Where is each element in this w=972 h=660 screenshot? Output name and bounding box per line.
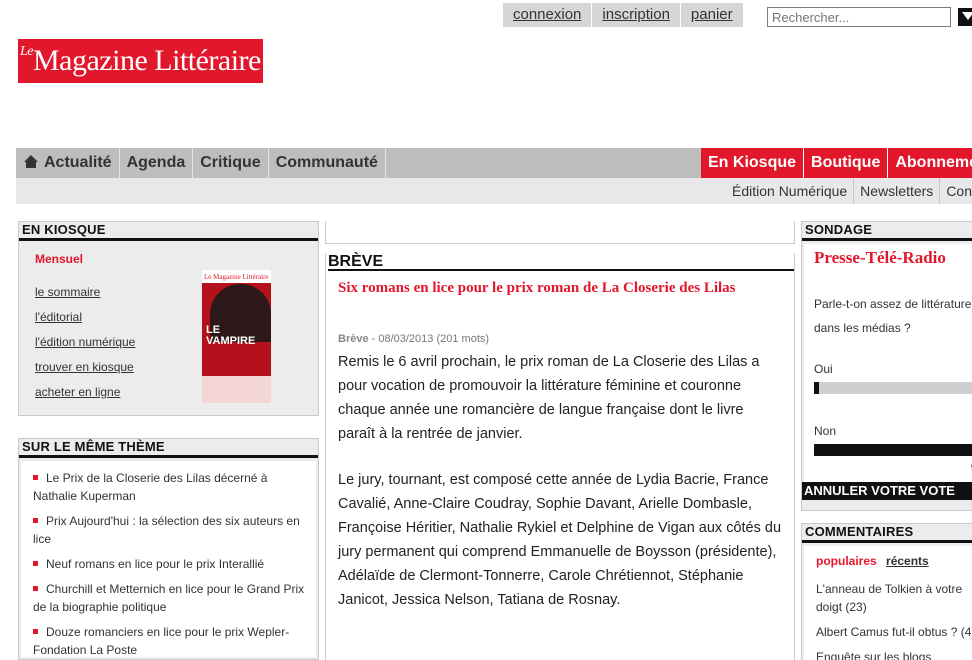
poll-option-label: Non bbox=[814, 424, 837, 438]
comments-tabs: populaires récents bbox=[816, 554, 929, 568]
site-logo[interactable]: LeMagazine Littéraire bbox=[18, 39, 263, 83]
list-item[interactable]: Albert Camus fut-il obtus ? (4) bbox=[816, 623, 972, 641]
link-edition-numerique[interactable]: l'édition numérique bbox=[35, 335, 135, 349]
theme-box: SUR LE MÊME THÈME Le Prix de la Closerie… bbox=[18, 438, 319, 660]
nav-abonnement[interactable]: Abonnement bbox=[888, 148, 972, 178]
poll-bar-oui bbox=[814, 382, 972, 394]
main-nav: Actualité Agenda Critique Communauté En … bbox=[16, 148, 972, 178]
list-item[interactable]: Churchill et Metternich en lice pour le … bbox=[33, 580, 310, 616]
home-icon bbox=[24, 155, 38, 168]
nav-boutique[interactable]: Boutique bbox=[804, 148, 889, 178]
cover-brand: Le Magazine Littéraire bbox=[204, 273, 269, 281]
logo-text: Magazine Littéraire bbox=[33, 44, 261, 77]
nav-critique[interactable]: Critique bbox=[193, 148, 269, 178]
nav-agenda[interactable]: Agenda bbox=[120, 148, 194, 178]
article: BRÈVE Six romans en lice pour le prix ro… bbox=[325, 253, 795, 660]
article-body: Remis le 6 avril prochain, le prix roman… bbox=[338, 350, 784, 634]
list-item[interactable]: Prix Aujourd'hui : la sélection des six … bbox=[33, 512, 310, 548]
theme-list: Le Prix de la Closerie des Lilas décerné… bbox=[33, 469, 310, 660]
poll-question: Parle-t-on assez de littérature dans les… bbox=[814, 297, 972, 335]
list-item[interactable]: Enquête sur les blogs bbox=[816, 648, 972, 660]
kiosque-label: Mensuel bbox=[35, 252, 84, 266]
poll-fill bbox=[814, 444, 972, 456]
poll-bar-non bbox=[814, 444, 972, 456]
search-button[interactable] bbox=[958, 8, 972, 26]
kiosque-links: le sommaire l'éditorial l'édition numéri… bbox=[35, 280, 135, 405]
login-link[interactable]: connexion bbox=[503, 3, 593, 27]
poll-box: SONDAGE Presse-Télé-Radio Parle-t-on ass… bbox=[801, 221, 972, 511]
link-acheter[interactable]: acheter en ligne bbox=[35, 385, 120, 399]
list-item[interactable]: Le Prix de la Closerie des Lilas décerné… bbox=[33, 469, 310, 505]
list-item[interactable]: L'anneau de Tolkien à votre doigt (23) bbox=[816, 580, 972, 616]
logo-prefix: Le bbox=[20, 44, 34, 59]
search-input[interactable] bbox=[767, 7, 951, 27]
link-sommaire[interactable]: le sommaire bbox=[35, 285, 100, 299]
user-links: connexion inscription panier bbox=[503, 3, 743, 27]
tab-recents[interactable]: récents bbox=[886, 554, 929, 568]
signup-link[interactable]: inscription bbox=[592, 3, 681, 27]
article-paragraph: Le jury, tournant, est composé cette ann… bbox=[338, 472, 782, 608]
comments-box: COMMENTAIRES populaires récents L'anneau… bbox=[801, 523, 972, 660]
sub-nav: Édition Numérique Newsletters Contact bbox=[16, 178, 972, 204]
list-item[interactable]: Neuf romans en lice pour le prix Interal… bbox=[33, 555, 310, 573]
poll-heading: Presse-Télé-Radio bbox=[814, 248, 946, 267]
theme-title: SUR LE MÊME THÈME bbox=[19, 439, 318, 458]
magazine-cover[interactable]: Le Magazine Littéraire LE VAMPIRE bbox=[202, 270, 271, 403]
kiosque-title: EN KIOSQUE bbox=[19, 222, 318, 241]
cover-title: LE VAMPIRE bbox=[206, 324, 256, 347]
poll-option-label: Oui bbox=[814, 362, 833, 376]
cart-link[interactable]: panier bbox=[681, 3, 743, 27]
article-meta: Brève - 08/03/2013 (201 mots) bbox=[338, 333, 490, 345]
tab-populaires[interactable]: populaires bbox=[816, 554, 877, 568]
comments-title: COMMENTAIRES bbox=[802, 524, 972, 543]
list-item[interactable]: Douze romanciers en lice pour le prix We… bbox=[33, 623, 310, 659]
nav-actualite[interactable]: Actualité bbox=[16, 148, 120, 178]
comments-list: L'anneau de Tolkien à votre doigt (23) A… bbox=[816, 580, 972, 660]
center-top-box bbox=[325, 221, 795, 244]
subnav-contact[interactable]: Contact bbox=[940, 178, 972, 204]
poll-fill bbox=[814, 382, 820, 394]
article-kicker: BRÈVE bbox=[328, 253, 794, 271]
cover-band bbox=[202, 376, 271, 403]
cancel-vote-button[interactable]: ANNULER VOTRE VOTE bbox=[802, 482, 972, 500]
link-trouver-kiosque[interactable]: trouver en kiosque bbox=[35, 360, 134, 374]
subnav-newsletters[interactable]: Newsletters bbox=[854, 178, 941, 204]
article-paragraph: Remis le 6 avril prochain, le prix roman… bbox=[338, 354, 760, 442]
link-editorial[interactable]: l'éditorial bbox=[35, 310, 82, 324]
nav-en-kiosque[interactable]: En Kiosque bbox=[701, 148, 805, 178]
kiosque-box: EN KIOSQUE Mensuel le sommaire l'éditori… bbox=[18, 221, 319, 416]
nav-communaute[interactable]: Communauté bbox=[269, 148, 386, 178]
article-title: Six romans en lice pour le prix roman de… bbox=[338, 280, 736, 296]
poll-title: SONDAGE bbox=[802, 222, 972, 241]
subnav-edition-numerique[interactable]: Édition Numérique bbox=[726, 178, 855, 204]
